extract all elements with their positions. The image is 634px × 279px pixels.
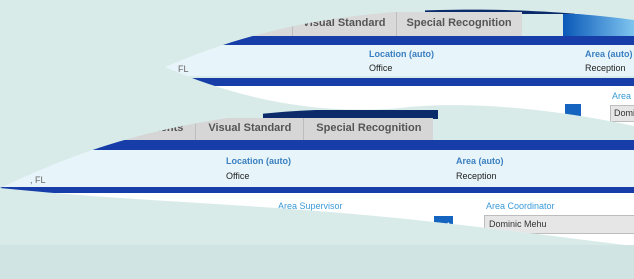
tab-special-recognition[interactable]: Special Recognition: [304, 118, 433, 140]
tab-special-recognition[interactable]: Special Recognition: [397, 12, 522, 36]
area-supervisor-dropdown-button[interactable]: [434, 216, 453, 235]
area-value: Reception: [585, 63, 626, 73]
back-window-fragment: ...ments Visual Standard Special Recogni…: [0, 0, 634, 126]
tab-visual-standard[interactable]: Visual Standard: [196, 118, 304, 140]
area-value: Reception: [456, 171, 497, 181]
background-band: [0, 245, 634, 279]
tab-underline-bar: [0, 36, 634, 45]
location-value: Office: [226, 171, 250, 181]
chevron-down-icon: [438, 222, 450, 230]
tab-bar: ...mments Visual Standard Special Recogn…: [120, 118, 433, 140]
location-label: Location (auto): [369, 49, 434, 59]
area-coordinator-field[interactable]: Domi: [610, 105, 634, 122]
info-row: Location (auto) Office Area (auto) Recep…: [0, 45, 634, 76]
area-coordinator-label: Area Coordinator: [486, 201, 555, 211]
area-label: Area (auto): [585, 49, 633, 59]
partial-address: , FL: [30, 175, 46, 185]
area-coordinator-label: Area C: [612, 91, 632, 101]
area-coordinator-field[interactable]: Dominic Mehu: [484, 215, 634, 234]
area-supervisor-label: Area Supervisor: [278, 201, 343, 211]
front-window-fragment: ...mments Visual Standard Special Recogn…: [0, 100, 634, 246]
dropdown-button[interactable]: [565, 104, 581, 120]
tab-underline-bar: [0, 140, 634, 150]
partial-address: , FL: [173, 64, 189, 74]
tab-comments[interactable]: ...ments: [230, 12, 293, 36]
location-value: Office: [369, 63, 393, 73]
tab-bar: ...ments Visual Standard Special Recogni…: [230, 12, 522, 36]
info-row: Location (auto) Office Area (auto) Recep…: [0, 150, 634, 187]
tab-comments[interactable]: ...mments: [120, 118, 196, 140]
section-bar: [0, 78, 634, 86]
area-label: Area (auto): [456, 156, 504, 166]
tab-visual-standard[interactable]: Visual Standard: [293, 12, 397, 36]
location-label: Location (auto): [226, 156, 291, 166]
